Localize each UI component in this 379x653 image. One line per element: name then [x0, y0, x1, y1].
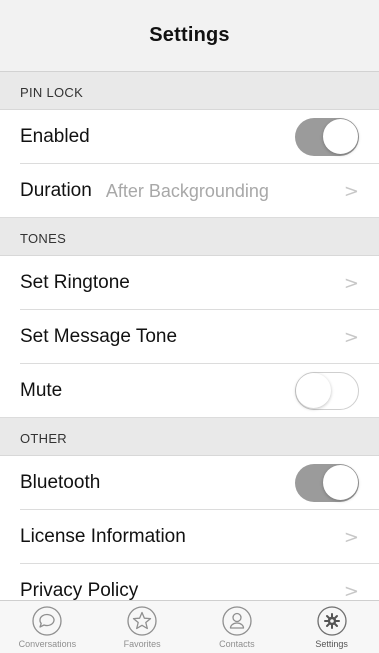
star-icon [126, 605, 158, 637]
navigation-bar: Settings [0, 0, 379, 72]
row-privacy-policy[interactable]: Privacy Policy > [0, 564, 379, 600]
row-label-set-ringtone: Set Ringtone [20, 272, 130, 293]
row-set-ringtone[interactable]: Set Ringtone > [0, 256, 379, 310]
tab-label-favorites: Favorites [123, 639, 161, 649]
section-title-tones: TONES [20, 231, 67, 246]
settings-screen: Settings PIN LOCK Enabled Duration After… [0, 0, 379, 653]
toggle-knob [323, 119, 358, 154]
section-header-tones: TONES [0, 218, 379, 256]
page-title: Settings [149, 24, 230, 46]
row-mute[interactable]: Mute [0, 364, 379, 418]
row-set-message-tone[interactable]: Set Message Tone > [0, 310, 379, 364]
tab-contacts[interactable]: Contacts [190, 601, 285, 653]
chevron-right-icon: > [343, 272, 359, 294]
toggle-knob [296, 373, 331, 408]
duration-value: After Backgrounding [105, 180, 269, 201]
row-enabled[interactable]: Enabled [0, 110, 379, 164]
bluetooth-toggle[interactable] [295, 464, 359, 502]
chevron-right-icon: > [343, 580, 359, 601]
row-license-information[interactable]: License Information > [0, 510, 379, 564]
row-label-license-information: License Information [20, 526, 186, 547]
tab-conversations[interactable]: Conversations [0, 601, 95, 653]
chat-bubble-icon [31, 605, 63, 637]
row-label-bluetooth: Bluetooth [20, 472, 101, 493]
row-label-set-message-tone: Set Message Tone [20, 326, 178, 347]
row-label-duration: Duration [20, 180, 92, 201]
section-header-other: OTHER [0, 418, 379, 456]
row-bluetooth[interactable]: Bluetooth [0, 456, 379, 510]
chevron-right-icon: > [343, 326, 359, 348]
chevron-right-icon: > [343, 180, 359, 202]
mute-toggle[interactable] [295, 372, 359, 410]
row-duration[interactable]: Duration After Backgrounding > [0, 164, 379, 218]
pin-lock-enabled-toggle[interactable] [295, 118, 359, 156]
tab-label-settings: Settings [315, 639, 348, 649]
section-title-pin-lock: PIN LOCK [20, 85, 84, 100]
section-header-pin-lock: PIN LOCK [0, 72, 379, 110]
gear-icon [316, 605, 348, 637]
tab-label-conversations: Conversations [18, 639, 77, 649]
settings-list[interactable]: PIN LOCK Enabled Duration After Backgrou… [0, 72, 379, 600]
tab-label-contacts: Contacts [219, 639, 255, 649]
row-label-privacy-policy: Privacy Policy [20, 580, 139, 600]
row-label-enabled: Enabled [20, 126, 90, 147]
tab-settings[interactable]: Settings [284, 601, 379, 653]
person-icon [221, 605, 253, 637]
tab-bar: Conversations Favorites Contacts Setting… [0, 600, 379, 653]
toggle-knob [323, 465, 358, 500]
section-title-other: OTHER [20, 431, 67, 446]
tab-favorites[interactable]: Favorites [95, 601, 190, 653]
row-label-mute: Mute [20, 380, 63, 401]
chevron-right-icon: > [343, 526, 359, 548]
